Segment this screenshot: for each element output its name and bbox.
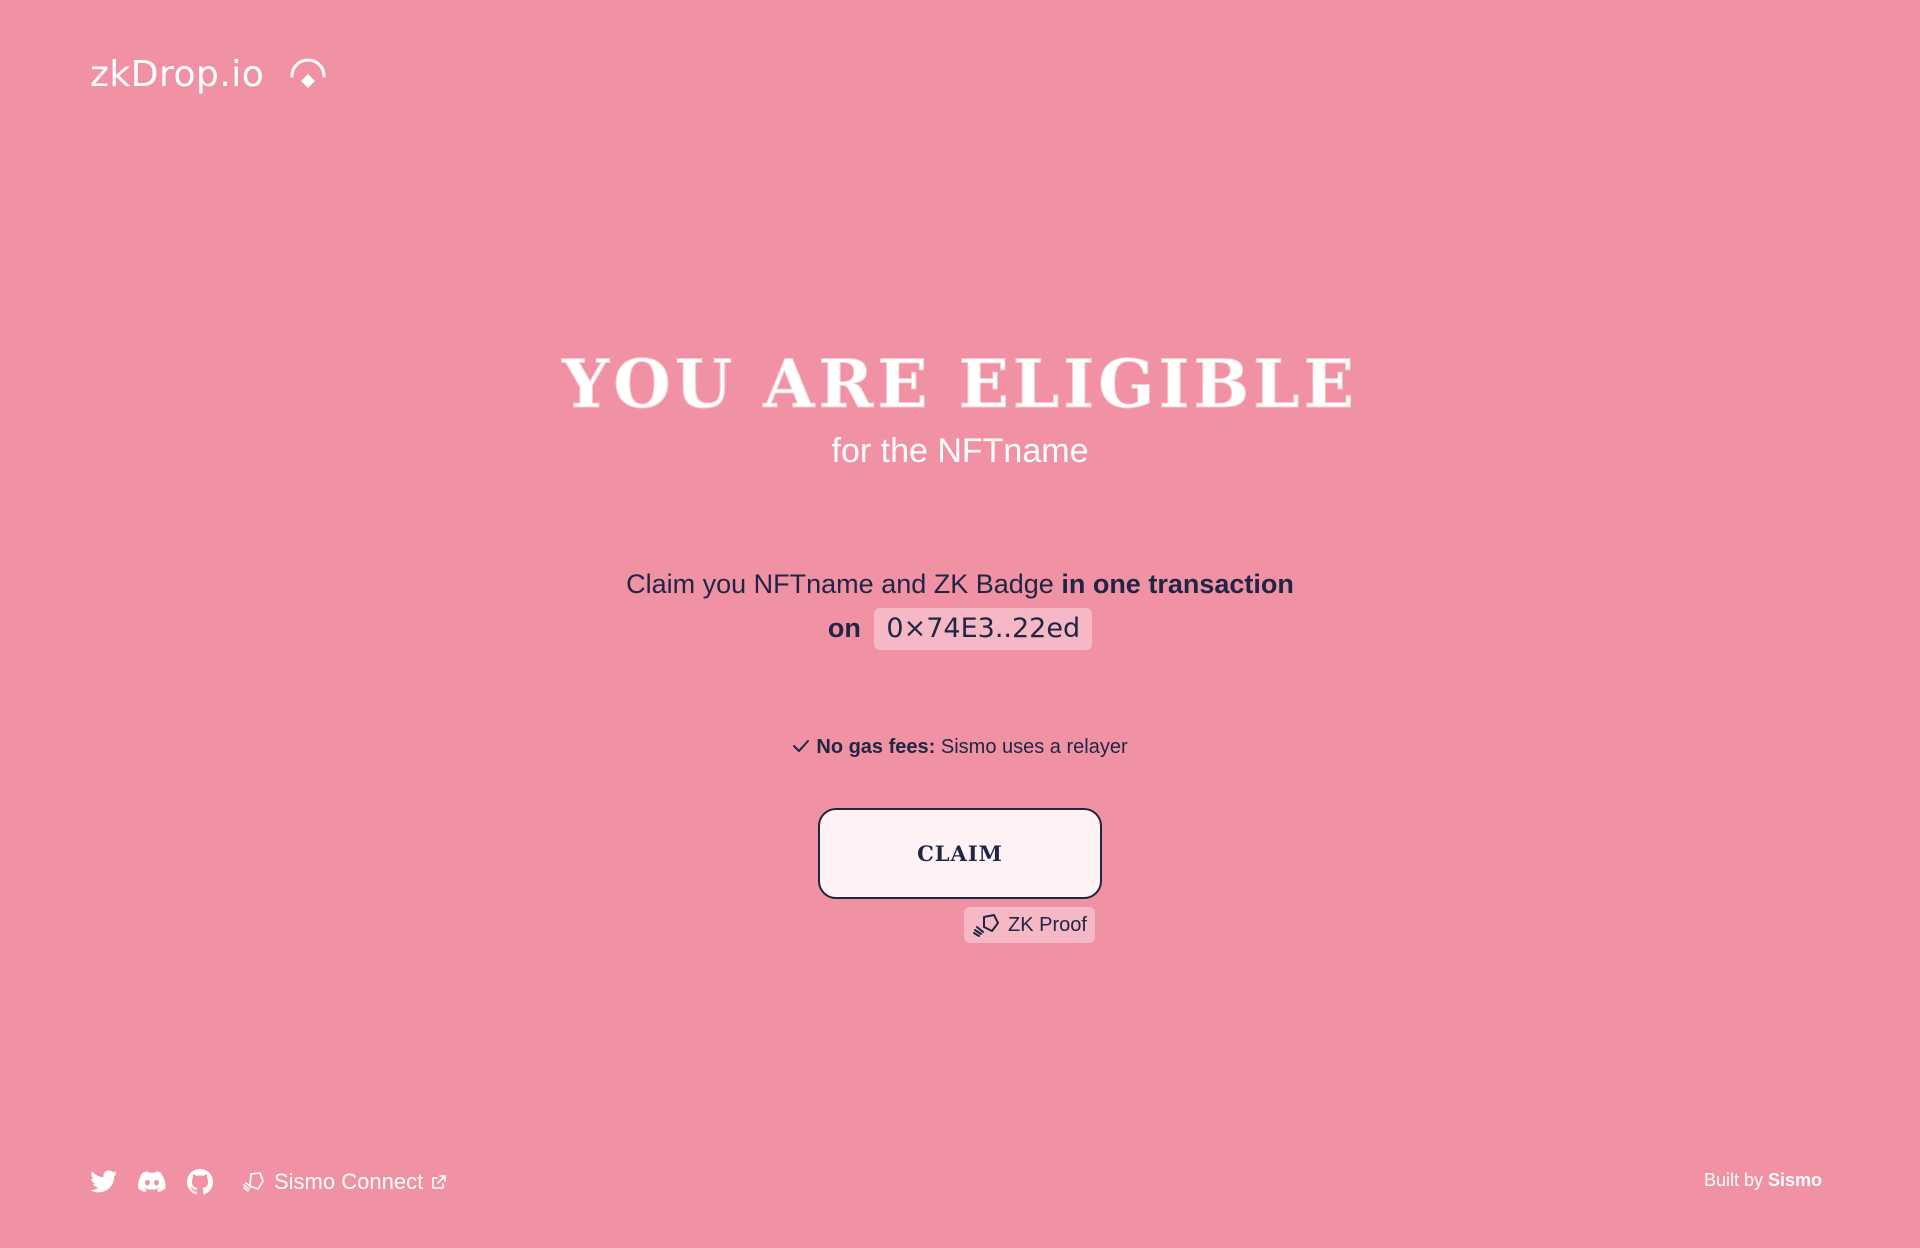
sismo-connect-icon xyxy=(242,1170,266,1194)
gas-label-rest: Sismo uses a relayer xyxy=(935,736,1128,758)
claim-on-label: on xyxy=(827,613,861,643)
page-subtitle: for the NFTname xyxy=(831,432,1089,470)
check-icon xyxy=(792,737,810,753)
zkdrop-drop-icon[interactable] xyxy=(286,52,330,96)
page-title: YOU ARE ELIGIBLE xyxy=(562,345,1358,424)
claim-text-prefix: Claim you NFTname and ZK Badge xyxy=(626,569,1062,599)
claim-text-bold: in one transaction xyxy=(1061,569,1294,599)
built-by-sismo-link[interactable]: Sismo xyxy=(1768,1170,1822,1190)
page: zkDrop.io YOU ARE ELIGIBLE for the NFTna… xyxy=(0,0,1920,1248)
zk-proof-label: ZK Proof xyxy=(1008,913,1087,936)
sismo-connect-link[interactable]: Sismo Connect xyxy=(242,1169,447,1195)
gas-label-bold: No gas fees: xyxy=(816,736,936,758)
claim-line-2: on 0×74E3..22ed xyxy=(0,606,1920,650)
zk-proof-badge: ZK Proof xyxy=(964,907,1095,943)
zk-proof-icon xyxy=(972,912,1002,938)
footer-links: Sismo Connect xyxy=(90,1168,447,1196)
claim-button[interactable]: CLAIM xyxy=(818,808,1102,899)
logo-text[interactable]: zkDrop.io xyxy=(90,54,264,95)
built-by-prefix: Built by xyxy=(1703,1170,1768,1190)
discord-icon[interactable] xyxy=(138,1168,166,1196)
external-link-icon xyxy=(431,1174,447,1190)
claim-description: Claim you NFTname and ZK Badge in one tr… xyxy=(0,562,1920,650)
header: zkDrop.io xyxy=(90,52,330,96)
twitter-icon[interactable] xyxy=(90,1168,118,1196)
sismo-connect-label: Sismo Connect xyxy=(274,1169,424,1194)
wallet-address-chip: 0×74E3..22ed xyxy=(874,608,1093,650)
github-icon[interactable] xyxy=(186,1168,214,1196)
built-by: Built by Sismo xyxy=(1704,1170,1822,1191)
gas-info-row: No gas fees: Sismo uses a relayer xyxy=(0,736,1920,759)
hero: YOU ARE ELIGIBLE for the NFTname xyxy=(0,340,1920,471)
claim-line-1: Claim you NFTname and ZK Badge in one tr… xyxy=(0,562,1920,606)
